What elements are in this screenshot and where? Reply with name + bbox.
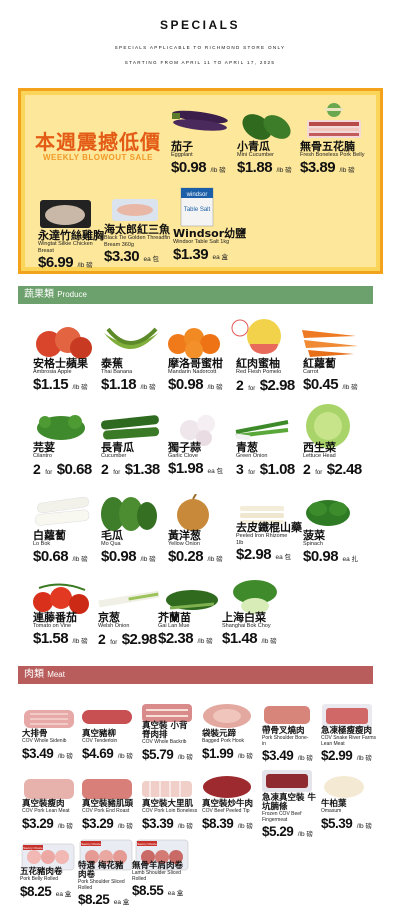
page-title: SPECIALS: [159, 18, 240, 32]
meat-item-pork-shoulder-rolled: 特選 梅花豬肉卷 Pork Shoulder Sliced Rolled $8.…: [78, 861, 130, 908]
golden-threadfin-image: [112, 199, 158, 221]
meat-item-pork-lean: 真空裝瘦肉 COV Pork Lean Meat $3.29 /lb 磅: [22, 799, 73, 831]
mandarin-image: [168, 328, 220, 358]
meat-item-omasum: 牛柏葉 Omasum $5.39 /lb 磅: [321, 799, 372, 831]
tenderloin-image: [82, 710, 132, 724]
meat-item-pork-hook: 袋裝元蹄 Bagged Pork Hook $1.99 /lb 磅: [202, 729, 253, 761]
yellow-onion-image: [177, 494, 209, 531]
table-salt-image: windsor Table Salt: [180, 187, 214, 227]
produce-item-cilantro: 芫荽 Cilantro 2 for $0.68: [33, 441, 92, 478]
savory-choice-badge-1: Savory Choice: [23, 846, 43, 850]
produce-item-bok-choy: 上海白菜 Shanghai Bok Choy $1.48 /lb 磅: [222, 611, 277, 647]
blowout-item-threadfin: 海太郎紅三魚 Black Tie Golden Threadfin Bream …: [104, 223, 171, 265]
savory-choice-badge-3: Savory Choice: [137, 842, 157, 846]
pork-shoulder-image: [264, 706, 310, 724]
meat-item-pork-belly-rolled: 五花豬肉卷 Pork Belly Rolled $8.25 ea 盒: [20, 867, 72, 899]
silkie-chicken-image: [40, 200, 91, 228]
meat-item-tenderloin: 真空豬柳 COV Tenderloin $4.69 /lb 磅: [82, 729, 133, 761]
meat-section-header: 肉類 Meat: [18, 666, 373, 684]
eggplant-image: [172, 110, 228, 131]
pork-belly-image: [307, 103, 361, 138]
blowout-item-eggplant: 茄子 Eggplant $0.98 /lb 磅: [171, 140, 226, 176]
omasum-image: [324, 776, 364, 798]
produce-item-mandarin: 摩洛哥蜜柑 Mandarin Nadorcott $0.98 /lb 磅: [168, 357, 223, 393]
mini-cucumber-image: [242, 114, 291, 140]
beef-fingermeat-image: [262, 770, 312, 792]
produce-section-header: 蔬果類 Produce: [18, 286, 373, 304]
beef-peeled-tip-image: [203, 776, 251, 798]
produce-item-welsh-onion: 京葱 Welsh Onion 2 for $2.98: [98, 611, 157, 648]
produce-item-pomelo: 紅肉蜜柚 Red Flesh Pomelo 2 for $2.98: [236, 357, 295, 394]
meat-item-backrib: 真空裝 小背脊肉排 COV Whole Backrib $5.79 /lb 磅: [142, 721, 193, 762]
apple-image: [36, 327, 92, 359]
date-range: STARTING FROM APRIL 11 TO APRIL 17, 2025: [124, 60, 276, 65]
produce-item-gai-lan: 芥蘭苗 Gai Lan Mue $2.38 /lb 磅: [158, 611, 213, 647]
produce-item-cucumber: 長青瓜 Cucumber 2 for $1.38: [101, 441, 160, 478]
blowout-item-table-salt: Windsor幼鹽 Windsor Table Salt 1kg $1.39 e…: [173, 227, 247, 263]
produce-item-spinach: 菠菜 Spinach $0.98 ea 扎: [303, 529, 359, 565]
produce-item-apple: 安格士蘋果 Ambrosia Apple $1.15 /lb 磅: [33, 357, 88, 393]
blowout-item-silkie-chicken: 永達竹絲雞胸 Wingtat Silkie Chicken Breast $6.…: [38, 229, 104, 271]
produce-item-carrot: 紅蘿蔔 Carrot $0.45 /lb 磅: [303, 357, 358, 393]
meat-item-pork-shoulder: 帶骨叉燒肉 Pork Shoulder Bone-in $3.49 /lb 磅: [262, 726, 313, 764]
produce-item-iron-rhizome: 去皮鐵棍山藥 Peeled Iron Rhizome 1lb $2.98 ea …: [236, 521, 302, 563]
produce-item-banana: 泰蕉 Thai Banana $1.18 /lb 磅: [101, 357, 156, 393]
pomelo-image: [231, 319, 281, 354]
meat-item-beef-peeled-tip: 真空裝炒牛肉 COV Beef Peeled Tip $8.39 /lb 磅: [202, 799, 254, 831]
blowout-title: 本週震撼低價: [35, 130, 161, 154]
produce-item-tomato-vine: 連藤番茄 Tomato on Vine $1.58 /lb 磅: [33, 611, 88, 647]
produce-item-yellow-onion: 黃洋葱 Yellow Onion $0.28 /lb 磅: [168, 529, 223, 565]
produce-item-mo-qua: 毛瓜 Mo Qua $0.98 /lb 磅: [101, 529, 156, 565]
meat-item-pork-end-roast: 真空裝豬肌頭 COV Pork End Roast $3.29 /lb 磅: [82, 799, 134, 831]
lo-bok-image: [34, 496, 90, 526]
blowout-item-pork-belly: 無骨五花腩 Fresh Boneless Pork Belly $3.89 /l…: [300, 140, 365, 176]
pork-hook-image: [203, 704, 251, 728]
savory-choice-badge-2: Savory Choice: [81, 842, 101, 846]
blowout-subtitle: WEEKLY BLOWOUT SALE: [43, 153, 153, 162]
produce-item-green-onion: 青葱 Green Onion 3 for $1.08: [236, 441, 295, 478]
table-salt-label: Table Salt: [184, 207, 211, 213]
cucumber-image: [101, 415, 160, 440]
store-note: SPECIALS APPLICABLE TO RICHMOND STORE ON…: [114, 45, 286, 50]
meat-item-lean-meat: 急凍極瘦瘦肉 COV Snake River Farms Lean Meat $…: [321, 726, 377, 764]
banana-image: [104, 327, 158, 349]
produce-item-lo-bok: 白蘿蔔 Lo Bok $0.68 /lb 磅: [33, 529, 88, 565]
meat-item-lamb-shoulder-rolled: 無骨羊肩肉卷 Lamb Shoulder Sliced Rolled $8.55…: [132, 861, 184, 899]
produce-item-lettuce: 西生菜 Lettuce Head 2 for $2.48: [303, 441, 362, 478]
meat-item-beef-fingermeat: 急凍真空裝 牛坑腩條 Frozen COV Beef Fingermeat $5…: [262, 793, 316, 840]
blowout-item-mini-cucumber: 小青瓜 Mini Cucumber $1.88 /lb 磅: [237, 140, 292, 176]
windsor-logo-text: windsor: [186, 192, 208, 198]
spinach-image: [306, 500, 350, 526]
produce-item-garlic: 獨子蒜 Garlic Clove $1.98 ea 包: [168, 441, 224, 477]
meat-item-sidenib: 大排骨 COV Whole Sidenib $3.49 /lb 磅: [22, 729, 73, 761]
page-header: SPECIALS SPECIALS APPLICABLE TO RICHMOND…: [0, 0, 400, 65]
meat-item-pork-loin: 真空裝大里肌 COV Pork Loin Boneless $3.39 /lb …: [142, 799, 198, 831]
carrot-image: [302, 330, 358, 357]
mo-qua-image: [101, 497, 157, 531]
